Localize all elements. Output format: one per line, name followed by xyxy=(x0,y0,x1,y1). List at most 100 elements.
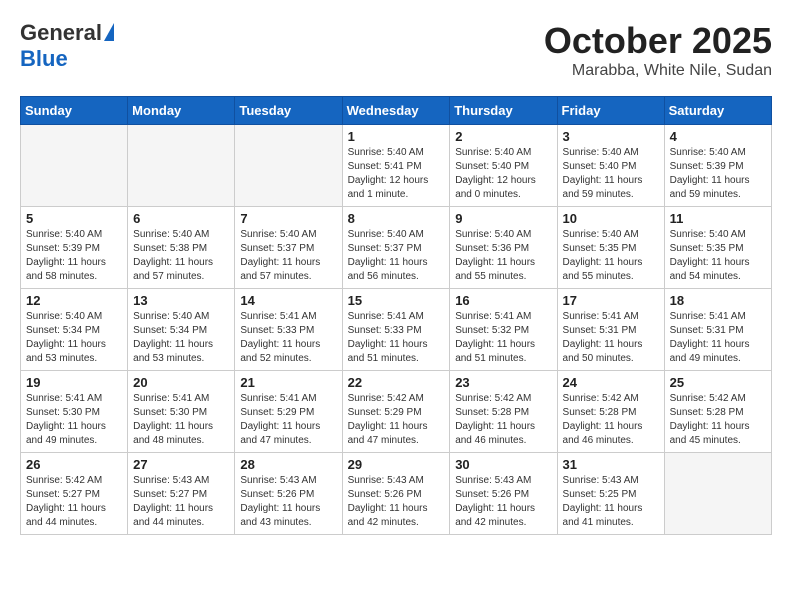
day-info: Sunrise: 5:43 AMSunset: 5:27 PMDaylight:… xyxy=(133,474,229,530)
day-info: Sunrise: 5:41 AMSunset: 5:32 PMDaylight:… xyxy=(455,310,551,366)
calendar-cell: 13Sunrise: 5:40 AMSunset: 5:34 PMDayligh… xyxy=(128,289,235,371)
day-number: 1 xyxy=(348,129,445,144)
page-location: Marabba, White Nile, Sudan xyxy=(544,62,772,80)
day-info: Sunrise: 5:40 AMSunset: 5:40 PMDaylight:… xyxy=(563,146,659,202)
day-number: 27 xyxy=(133,457,229,472)
day-number: 7 xyxy=(240,211,336,226)
day-info: Sunrise: 5:41 AMSunset: 5:30 PMDaylight:… xyxy=(26,392,122,448)
day-number: 5 xyxy=(26,211,122,226)
day-info: Sunrise: 5:42 AMSunset: 5:28 PMDaylight:… xyxy=(670,392,766,448)
day-info: Sunrise: 5:43 AMSunset: 5:26 PMDaylight:… xyxy=(455,474,551,530)
day-info: Sunrise: 5:40 AMSunset: 5:35 PMDaylight:… xyxy=(670,228,766,284)
calendar-cell: 26Sunrise: 5:42 AMSunset: 5:27 PMDayligh… xyxy=(21,453,128,535)
day-info: Sunrise: 5:40 AMSunset: 5:39 PMDaylight:… xyxy=(670,146,766,202)
weekday-header-wednesday: Wednesday xyxy=(342,97,450,125)
weekday-header-saturday: Saturday xyxy=(664,97,771,125)
day-number: 31 xyxy=(563,457,659,472)
day-number: 22 xyxy=(348,375,445,390)
calendar-cell: 20 Sunrise: 5:41 AMSunset: 5:30 PMDayligh… xyxy=(128,371,235,453)
calendar-cell: 8 Sunrise: 5:40 AMSunset: 5:37 PMDaylight… xyxy=(342,207,450,289)
calendar-cell xyxy=(21,125,128,207)
day-number: 15 xyxy=(348,293,445,308)
day-number: 6 xyxy=(133,211,229,226)
calendar-cell: 22Sunrise: 5:42 AMSunset: 5:29 PMDayligh… xyxy=(342,371,450,453)
calendar-cell: 12 Sunrise: 5:40 AMSunset: 5:34 PMDayligh… xyxy=(21,289,128,371)
logo-general-text: General xyxy=(20,20,102,46)
day-info: Sunrise: 5:40 AMSunset: 5:36 PMDaylight:… xyxy=(455,228,551,284)
logo-triangle-icon xyxy=(104,23,114,41)
day-info: Sunrise: 5:41 AMSunset: 5:33 PMDaylight:… xyxy=(348,310,445,366)
day-info: Sunrise: 5:41 AMSunset: 5:31 PMDaylight:… xyxy=(563,310,659,366)
calendar-cell: 9 Sunrise: 5:40 AMSunset: 5:36 PMDaylight… xyxy=(450,207,557,289)
calendar-cell: 14 Sunrise: 5:41 AMSunset: 5:33 PMDayligh… xyxy=(235,289,342,371)
calendar-cell: 21 Sunrise: 5:41 AMSunset: 5:29 PMDayligh… xyxy=(235,371,342,453)
day-info: Sunrise: 5:41 AMSunset: 5:33 PMDaylight:… xyxy=(240,310,336,366)
calendar-cell: 24 Sunrise: 5:42 AMSunset: 5:28 PMDayligh… xyxy=(557,371,664,453)
week-row-2: 5 Sunrise: 5:40 AMSunset: 5:39 PMDaylight… xyxy=(21,207,772,289)
calendar-cell: 29 Sunrise: 5:43 AMSunset: 5:26 PMDayligh… xyxy=(342,453,450,535)
week-row-1: 1 Sunrise: 5:40 AMSunset: 5:41 PMDaylight… xyxy=(21,125,772,207)
day-info: Sunrise: 5:40 AMSunset: 5:41 PMDaylight:… xyxy=(348,146,445,202)
week-row-3: 12 Sunrise: 5:40 AMSunset: 5:34 PMDayligh… xyxy=(21,289,772,371)
day-number: 8 xyxy=(348,211,445,226)
day-number: 21 xyxy=(240,375,336,390)
calendar-cell: 30Sunrise: 5:43 AMSunset: 5:26 PMDayligh… xyxy=(450,453,557,535)
day-info: Sunrise: 5:41 AMSunset: 5:30 PMDaylight:… xyxy=(133,392,229,448)
day-number: 16 xyxy=(455,293,551,308)
calendar-cell: 27 Sunrise: 5:43 AMSunset: 5:27 PMDayligh… xyxy=(128,453,235,535)
calendar-cell: 11 Sunrise: 5:40 AMSunset: 5:35 PMDayligh… xyxy=(664,207,771,289)
day-info: Sunrise: 5:40 AMSunset: 5:34 PMDaylight:… xyxy=(26,310,122,366)
day-number: 25 xyxy=(670,375,766,390)
page-title: October 2025 xyxy=(544,20,772,62)
day-number: 12 xyxy=(26,293,122,308)
day-number: 20 xyxy=(133,375,229,390)
day-number: 17 xyxy=(563,293,659,308)
calendar-table: SundayMondayTuesdayWednesdayThursdayFrid… xyxy=(20,96,772,535)
day-number: 9 xyxy=(455,211,551,226)
day-number: 4 xyxy=(670,129,766,144)
day-info: Sunrise: 5:42 AMSunset: 5:28 PMDaylight:… xyxy=(455,392,551,448)
day-number: 18 xyxy=(670,293,766,308)
day-number: 14 xyxy=(240,293,336,308)
calendar-cell: 18Sunrise: 5:41 AMSunset: 5:31 PMDayligh… xyxy=(664,289,771,371)
day-number: 28 xyxy=(240,457,336,472)
day-number: 23 xyxy=(455,375,551,390)
day-info: Sunrise: 5:41 AMSunset: 5:29 PMDaylight:… xyxy=(240,392,336,448)
day-info: Sunrise: 5:40 AMSunset: 5:38 PMDaylight:… xyxy=(133,228,229,284)
weekday-header-monday: Monday xyxy=(128,97,235,125)
day-info: Sunrise: 5:40 AMSunset: 5:39 PMDaylight:… xyxy=(26,228,122,284)
weekday-header-tuesday: Tuesday xyxy=(235,97,342,125)
calendar-cell: 15 Sunrise: 5:41 AMSunset: 5:33 PMDayligh… xyxy=(342,289,450,371)
day-number: 11 xyxy=(670,211,766,226)
day-info: Sunrise: 5:40 AMSunset: 5:35 PMDaylight:… xyxy=(563,228,659,284)
day-info: Sunrise: 5:43 AMSunset: 5:26 PMDaylight:… xyxy=(240,474,336,530)
calendar-cell: 19 Sunrise: 5:41 AMSunset: 5:30 PMDayligh… xyxy=(21,371,128,453)
calendar-cell: 17 Sunrise: 5:41 AMSunset: 5:31 PMDayligh… xyxy=(557,289,664,371)
weekday-header-sunday: Sunday xyxy=(21,97,128,125)
calendar-cell: 3Sunrise: 5:40 AMSunset: 5:40 PMDaylight… xyxy=(557,125,664,207)
day-number: 29 xyxy=(348,457,445,472)
calendar-cell: 23 Sunrise: 5:42 AMSunset: 5:28 PMDayligh… xyxy=(450,371,557,453)
week-row-4: 19 Sunrise: 5:41 AMSunset: 5:30 PMDayligh… xyxy=(21,371,772,453)
calendar-cell: 31Sunrise: 5:43 AMSunset: 5:25 PMDayligh… xyxy=(557,453,664,535)
day-number: 19 xyxy=(26,375,122,390)
calendar-cell: 25 Sunrise: 5:42 AMSunset: 5:28 PMDayligh… xyxy=(664,371,771,453)
day-info: Sunrise: 5:42 AMSunset: 5:27 PMDaylight:… xyxy=(26,474,122,530)
day-info: Sunrise: 5:43 AMSunset: 5:26 PMDaylight:… xyxy=(348,474,445,530)
day-info: Sunrise: 5:42 AMSunset: 5:28 PMDaylight:… xyxy=(563,392,659,448)
day-number: 24 xyxy=(563,375,659,390)
weekday-header-thursday: Thursday xyxy=(450,97,557,125)
day-info: Sunrise: 5:40 AMSunset: 5:34 PMDaylight:… xyxy=(133,310,229,366)
calendar-cell: 7Sunrise: 5:40 AMSunset: 5:37 PMDaylight… xyxy=(235,207,342,289)
calendar-cell: 10 Sunrise: 5:40 AMSunset: 5:35 PMDayligh… xyxy=(557,207,664,289)
calendar-cell: 28 Sunrise: 5:43 AMSunset: 5:26 PMDayligh… xyxy=(235,453,342,535)
title-block: October 2025 Marabba, White Nile, Sudan xyxy=(544,20,772,80)
day-number: 10 xyxy=(563,211,659,226)
day-info: Sunrise: 5:40 AMSunset: 5:37 PMDaylight:… xyxy=(348,228,445,284)
calendar-cell: 1 Sunrise: 5:40 AMSunset: 5:41 PMDaylight… xyxy=(342,125,450,207)
day-number: 2 xyxy=(455,129,551,144)
calendar-cell: 4 Sunrise: 5:40 AMSunset: 5:39 PMDaylight… xyxy=(664,125,771,207)
calendar-cell xyxy=(664,453,771,535)
logo: General Blue xyxy=(20,20,114,72)
day-info: Sunrise: 5:40 AMSunset: 5:40 PMDaylight:… xyxy=(455,146,551,202)
